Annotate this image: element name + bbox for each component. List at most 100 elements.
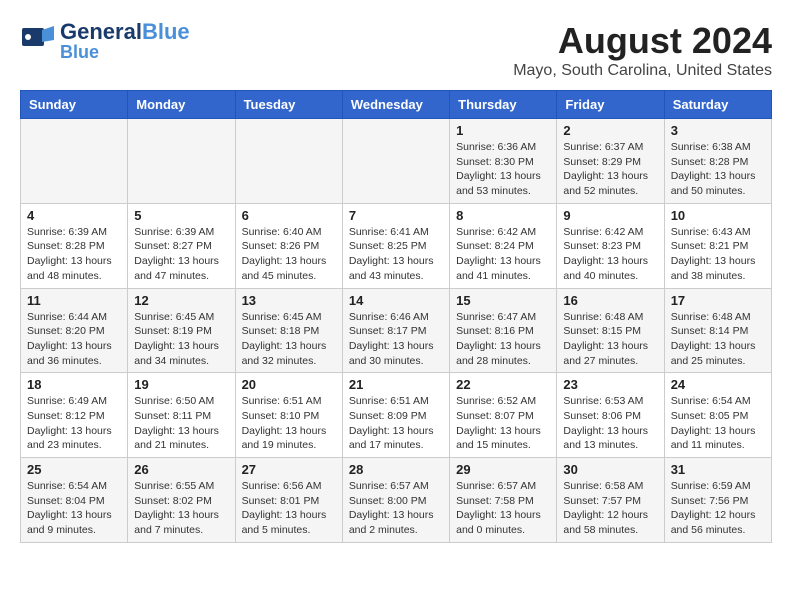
day-number: 17: [671, 293, 765, 308]
day-number: 16: [563, 293, 657, 308]
calendar-subtitle: Mayo, South Carolina, United States: [513, 62, 772, 80]
calendar-cell: 9 Sunrise: 6:42 AM Sunset: 8:23 PM Daylig…: [557, 203, 664, 288]
calendar-cell: 5 Sunrise: 6:39 AM Sunset: 8:27 PM Daylig…: [128, 203, 235, 288]
calendar-cell: 26 Sunrise: 6:55 AM Sunset: 8:02 PM Dayli…: [128, 458, 235, 543]
calendar-cell: [235, 119, 342, 204]
day-info: Sunrise: 6:41 AM Sunset: 8:25 PM Dayligh…: [349, 225, 443, 284]
day-info: Sunrise: 6:54 AM Sunset: 8:04 PM Dayligh…: [27, 479, 121, 538]
day-info: Sunrise: 6:42 AM Sunset: 8:23 PM Dayligh…: [563, 225, 657, 284]
day-info: Sunrise: 6:45 AM Sunset: 8:18 PM Dayligh…: [242, 310, 336, 369]
week-row-2: 4Sunrise: 6:39 AM Sunset: 8:28 PM Daylig…: [21, 203, 772, 288]
weekday-header-thursday: Thursday: [450, 91, 557, 119]
calendar-cell: 19 Sunrise: 6:50 AM Sunset: 8:11 PM Dayli…: [128, 373, 235, 458]
title-block: August 2024 Mayo, South Carolina, United…: [513, 20, 772, 80]
calendar-cell: 14 Sunrise: 6:46 AM Sunset: 8:17 PM Dayli…: [342, 288, 449, 373]
day-info: Sunrise: 6:40 AM Sunset: 8:26 PM Dayligh…: [242, 225, 336, 284]
day-number: 8: [456, 208, 550, 223]
day-info: Sunrise: 6:46 AM Sunset: 8:17 PM Dayligh…: [349, 310, 443, 369]
calendar-cell: [342, 119, 449, 204]
weekday-header-wednesday: Wednesday: [342, 91, 449, 119]
day-number: 7: [349, 208, 443, 223]
day-number: 18: [27, 377, 121, 392]
day-number: 10: [671, 208, 765, 223]
calendar-cell: 10 Sunrise: 6:43 AM Sunset: 8:21 PM Dayli…: [664, 203, 771, 288]
calendar-cell: 21 Sunrise: 6:51 AM Sunset: 8:09 PM Dayli…: [342, 373, 449, 458]
calendar-cell: 4Sunrise: 6:39 AM Sunset: 8:28 PM Daylig…: [21, 203, 128, 288]
week-row-3: 11 Sunrise: 6:44 AM Sunset: 8:20 PM Dayli…: [21, 288, 772, 373]
weekday-header-saturday: Saturday: [664, 91, 771, 119]
day-info: Sunrise: 6:59 AM Sunset: 7:56 PM Dayligh…: [671, 479, 765, 538]
weekday-header-tuesday: Tuesday: [235, 91, 342, 119]
day-number: 20: [242, 377, 336, 392]
calendar-cell: 18Sunrise: 6:49 AM Sunset: 8:12 PM Dayli…: [21, 373, 128, 458]
day-info: Sunrise: 6:43 AM Sunset: 8:21 PM Dayligh…: [671, 225, 765, 284]
day-number: 29: [456, 462, 550, 477]
day-number: 30: [563, 462, 657, 477]
logo: GeneralBlue Blue: [20, 20, 190, 61]
day-number: 2: [563, 123, 657, 138]
day-number: 24: [671, 377, 765, 392]
day-number: 27: [242, 462, 336, 477]
day-info: Sunrise: 6:57 AM Sunset: 7:58 PM Dayligh…: [456, 479, 550, 538]
day-info: Sunrise: 6:39 AM Sunset: 8:28 PM Dayligh…: [27, 225, 121, 284]
day-info: Sunrise: 6:50 AM Sunset: 8:11 PM Dayligh…: [134, 394, 228, 453]
day-info: Sunrise: 6:45 AM Sunset: 8:19 PM Dayligh…: [134, 310, 228, 369]
calendar-cell: 8 Sunrise: 6:42 AM Sunset: 8:24 PM Daylig…: [450, 203, 557, 288]
day-number: 26: [134, 462, 228, 477]
calendar-cell: 17Sunrise: 6:48 AM Sunset: 8:14 PM Dayli…: [664, 288, 771, 373]
day-number: 13: [242, 293, 336, 308]
calendar-cell: 28 Sunrise: 6:57 AM Sunset: 8:00 PM Dayli…: [342, 458, 449, 543]
calendar-cell: 6Sunrise: 6:40 AM Sunset: 8:26 PM Daylig…: [235, 203, 342, 288]
week-row-4: 18Sunrise: 6:49 AM Sunset: 8:12 PM Dayli…: [21, 373, 772, 458]
day-number: 14: [349, 293, 443, 308]
day-number: 15: [456, 293, 550, 308]
calendar-cell: 20 Sunrise: 6:51 AM Sunset: 8:10 PM Dayli…: [235, 373, 342, 458]
week-row-5: 25 Sunrise: 6:54 AM Sunset: 8:04 PM Dayli…: [21, 458, 772, 543]
day-number: 22: [456, 377, 550, 392]
calendar-cell: 25 Sunrise: 6:54 AM Sunset: 8:04 PM Dayli…: [21, 458, 128, 543]
calendar-cell: 2 Sunrise: 6:37 AM Sunset: 8:29 PM Daylig…: [557, 119, 664, 204]
day-info: Sunrise: 6:44 AM Sunset: 8:20 PM Dayligh…: [27, 310, 121, 369]
day-number: 5: [134, 208, 228, 223]
day-info: Sunrise: 6:47 AM Sunset: 8:16 PM Dayligh…: [456, 310, 550, 369]
day-number: 11: [27, 293, 121, 308]
day-info: Sunrise: 6:51 AM Sunset: 8:09 PM Dayligh…: [349, 394, 443, 453]
weekday-header-row: SundayMondayTuesdayWednesdayThursdayFrid…: [21, 91, 772, 119]
day-number: 1: [456, 123, 550, 138]
day-info: Sunrise: 6:56 AM Sunset: 8:01 PM Dayligh…: [242, 479, 336, 538]
day-number: 23: [563, 377, 657, 392]
day-info: Sunrise: 6:58 AM Sunset: 7:57 PM Dayligh…: [563, 479, 657, 538]
calendar-cell: 3Sunrise: 6:38 AM Sunset: 8:28 PM Daylig…: [664, 119, 771, 204]
calendar-cell: 16Sunrise: 6:48 AM Sunset: 8:15 PM Dayli…: [557, 288, 664, 373]
calendar-cell: [21, 119, 128, 204]
day-number: 19: [134, 377, 228, 392]
day-info: Sunrise: 6:55 AM Sunset: 8:02 PM Dayligh…: [134, 479, 228, 538]
calendar-cell: 11 Sunrise: 6:44 AM Sunset: 8:20 PM Dayli…: [21, 288, 128, 373]
day-info: Sunrise: 6:39 AM Sunset: 8:27 PM Dayligh…: [134, 225, 228, 284]
day-number: 9: [563, 208, 657, 223]
calendar-table: SundayMondayTuesdayWednesdayThursdayFrid…: [20, 90, 772, 543]
day-number: 31: [671, 462, 765, 477]
day-info: Sunrise: 6:51 AM Sunset: 8:10 PM Dayligh…: [242, 394, 336, 453]
week-row-1: 1 Sunrise: 6:36 AM Sunset: 8:30 PM Daylig…: [21, 119, 772, 204]
day-info: Sunrise: 6:57 AM Sunset: 8:00 PM Dayligh…: [349, 479, 443, 538]
day-info: Sunrise: 6:54 AM Sunset: 8:05 PM Dayligh…: [671, 394, 765, 453]
calendar-cell: 12Sunrise: 6:45 AM Sunset: 8:19 PM Dayli…: [128, 288, 235, 373]
day-info: Sunrise: 6:42 AM Sunset: 8:24 PM Dayligh…: [456, 225, 550, 284]
calendar-cell: 7 Sunrise: 6:41 AM Sunset: 8:25 PM Daylig…: [342, 203, 449, 288]
calendar-cell: 31 Sunrise: 6:59 AM Sunset: 7:56 PM Dayli…: [664, 458, 771, 543]
calendar-title: August 2024: [513, 20, 772, 62]
calendar-cell: [128, 119, 235, 204]
calendar-cell: 23Sunrise: 6:53 AM Sunset: 8:06 PM Dayli…: [557, 373, 664, 458]
calendar-cell: 22Sunrise: 6:52 AM Sunset: 8:07 PM Dayli…: [450, 373, 557, 458]
calendar-cell: 13 Sunrise: 6:45 AM Sunset: 8:18 PM Dayli…: [235, 288, 342, 373]
calendar-cell: 29 Sunrise: 6:57 AM Sunset: 7:58 PM Dayli…: [450, 458, 557, 543]
day-info: Sunrise: 6:36 AM Sunset: 8:30 PM Dayligh…: [456, 140, 550, 199]
calendar-cell: 15 Sunrise: 6:47 AM Sunset: 8:16 PM Dayli…: [450, 288, 557, 373]
day-number: 25: [27, 462, 121, 477]
day-number: 28: [349, 462, 443, 477]
weekday-header-monday: Monday: [128, 91, 235, 119]
day-number: 21: [349, 377, 443, 392]
day-info: Sunrise: 6:37 AM Sunset: 8:29 PM Dayligh…: [563, 140, 657, 199]
calendar-cell: 30 Sunrise: 6:58 AM Sunset: 7:57 PM Dayli…: [557, 458, 664, 543]
